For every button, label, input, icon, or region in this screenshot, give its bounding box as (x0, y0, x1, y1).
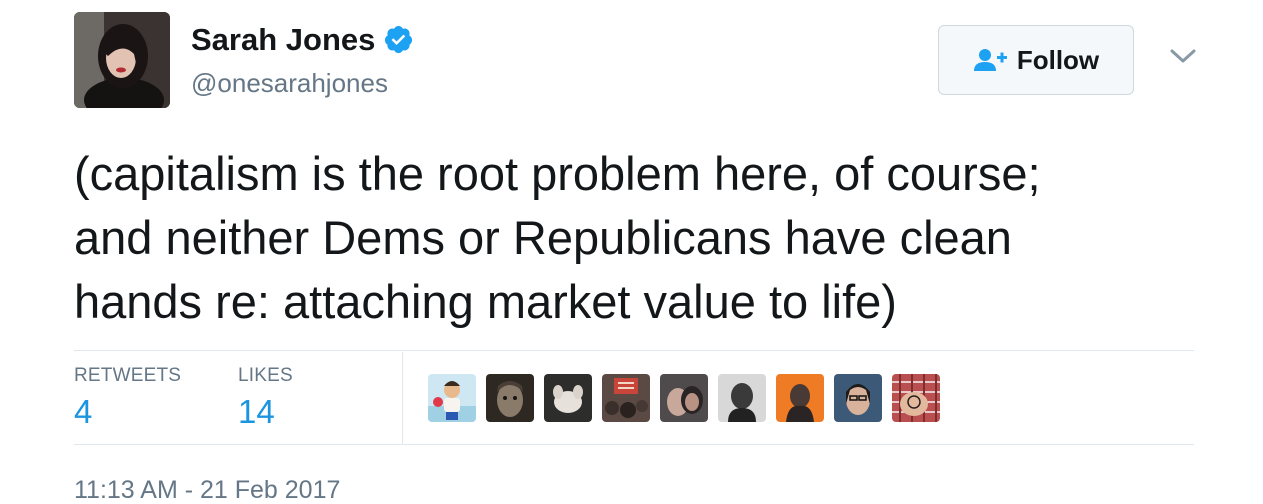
liker-avatar-icon (428, 374, 476, 422)
liker-avatars (428, 374, 950, 422)
liker-avatar-icon (776, 374, 824, 422)
liker-avatar[interactable] (776, 374, 824, 422)
stats-bottom-divider (74, 444, 1194, 445)
liker-avatar-icon (602, 374, 650, 422)
liker-avatar-icon (834, 374, 882, 422)
author-handle[interactable]: @onesarahjones (191, 70, 388, 96)
retweets-label: RETWEETS (74, 365, 182, 386)
retweets-stat[interactable]: RETWEETS 4 (74, 366, 181, 428)
liker-avatar-icon (486, 374, 534, 422)
likes-count[interactable]: 14 (238, 395, 293, 428)
follow-button[interactable]: Follow (938, 25, 1134, 95)
tweet-text-line: (capitalism is the root problem here, of… (74, 147, 1041, 200)
add-user-icon (973, 49, 1007, 71)
liker-avatar-icon (660, 374, 708, 422)
liker-avatar[interactable] (486, 374, 534, 422)
liker-avatar[interactable] (428, 374, 476, 422)
user-avatar-image (74, 12, 170, 108)
follow-button-label: Follow (1016, 44, 1100, 75)
likes-stat[interactable]: LIKES 14 (238, 366, 293, 428)
author-name[interactable]: Sarah Jones (191, 24, 375, 55)
liker-avatar[interactable] (544, 374, 592, 422)
tweet-text-line: hands re: attaching market value to life… (74, 275, 897, 328)
liker-avatar[interactable] (602, 374, 650, 422)
tweet-timestamp[interactable]: 11:13 AM - 21 Feb 2017 (74, 478, 340, 503)
author-avatar[interactable] (74, 12, 170, 108)
likes-label: LIKES (238, 365, 293, 386)
liker-avatar[interactable] (718, 374, 766, 422)
liker-avatar-icon (718, 374, 766, 422)
verified-badge-icon (385, 25, 413, 54)
liker-avatar-icon (544, 374, 592, 422)
liker-avatar-icon (892, 374, 940, 422)
retweets-count[interactable]: 4 (74, 395, 181, 428)
liker-avatar[interactable] (660, 374, 708, 422)
tweet-text: (capitalism is the root problem here, of… (74, 142, 1214, 334)
chevron-down-icon[interactable] (1170, 48, 1196, 64)
stats-separator (402, 352, 403, 444)
liker-avatar[interactable] (834, 374, 882, 422)
liker-avatar[interactable] (892, 374, 940, 422)
author-name-row[interactable]: Sarah Jones (191, 24, 414, 55)
stats-top-divider (74, 350, 1194, 351)
tweet-text-line: and neither Dems or Republicans have cle… (74, 211, 1012, 264)
